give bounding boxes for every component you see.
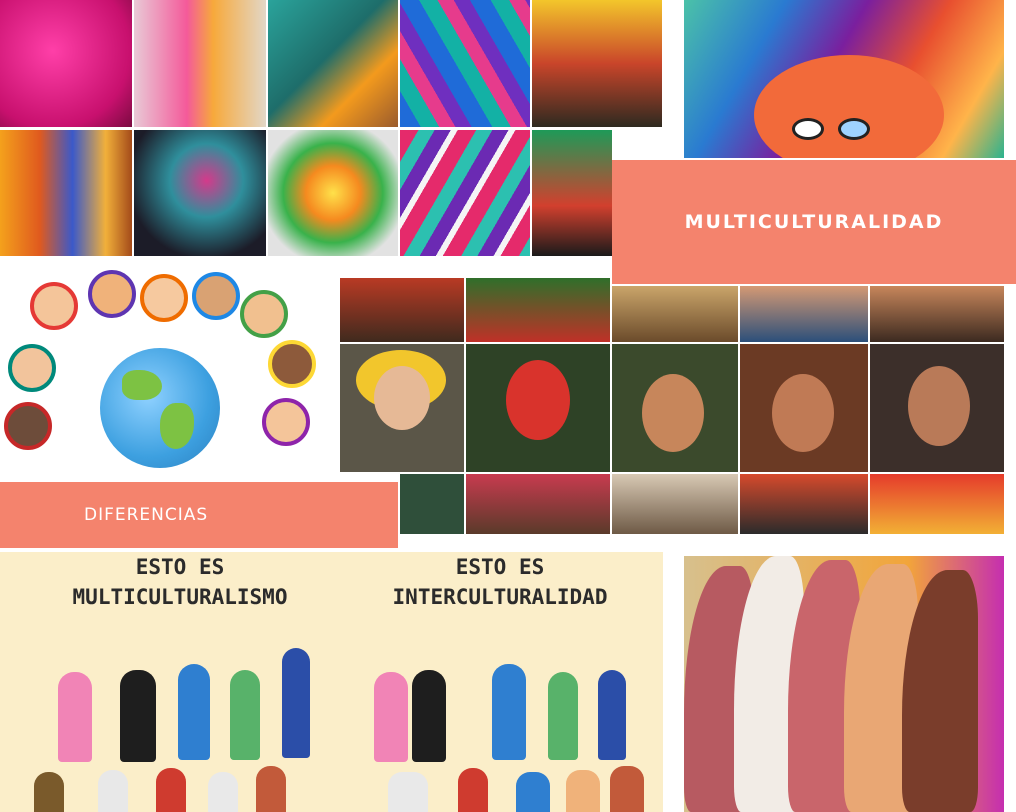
portrait-tile xyxy=(870,286,1004,342)
painted-eye-left xyxy=(792,118,824,140)
collage-tile-mosaic xyxy=(268,130,398,256)
differences-text: DIFERENCIAS xyxy=(84,505,209,525)
figure-person xyxy=(516,772,550,812)
main-title-text: MULTICULTURALIDAD xyxy=(684,211,944,233)
child-figure xyxy=(240,290,288,338)
children-around-globe-illustration xyxy=(0,262,338,482)
collage-tile-green-art xyxy=(532,130,612,256)
collage-tile-pinatas xyxy=(400,130,530,256)
interculturality-heading: ESTO ES INTERCULTURALIDAD xyxy=(380,552,620,612)
portrait-tile xyxy=(466,474,610,534)
child-figure xyxy=(268,340,316,388)
collage-tile-guitars xyxy=(0,130,132,256)
child-figure xyxy=(262,398,310,446)
collage-tile-embroidery xyxy=(532,0,662,127)
figure-person xyxy=(34,772,64,812)
figure-person xyxy=(548,672,578,760)
collage-tile-jars xyxy=(134,0,266,127)
comparison-poster: ESTO ES MULTICULTURALISMO ESTO ES INTERC… xyxy=(0,552,663,812)
portrait-tile xyxy=(740,286,868,342)
figure-person xyxy=(388,772,428,812)
interculturality-heading-line2: INTERCULTURALIDAD xyxy=(392,585,608,609)
figure-person xyxy=(412,670,446,762)
portrait-tile xyxy=(870,474,1004,534)
figure-person xyxy=(178,664,210,760)
collage-tile-pink-fabric xyxy=(0,0,132,127)
figure-person xyxy=(374,672,408,762)
figure-person xyxy=(98,770,128,812)
figure-person xyxy=(208,772,238,812)
child-figure xyxy=(140,274,188,322)
portrait-tile xyxy=(400,474,464,534)
globe-icon xyxy=(100,348,220,468)
figure-person xyxy=(610,766,644,812)
main-title-banner: MULTICULTURALIDAD xyxy=(612,160,1016,284)
portrait-tile-yellow-hat xyxy=(340,344,464,472)
collage-tile-teal-wall xyxy=(268,0,398,127)
child-figure xyxy=(192,272,240,320)
child-figure xyxy=(30,282,78,330)
figure-person xyxy=(566,770,600,812)
portrait-tile xyxy=(870,344,1004,472)
painted-eye-right xyxy=(838,118,870,140)
differences-banner: DIFERENCIAS xyxy=(0,482,398,548)
figure-person xyxy=(458,768,488,812)
multiculturalism-heading-line2: MULTICULTURALISMO xyxy=(72,585,288,609)
painted-face-artwork xyxy=(684,0,1004,158)
portrait-tile xyxy=(340,278,464,342)
portrait-tile-red-face xyxy=(466,344,610,472)
faces-profile-art xyxy=(684,556,1004,812)
portrait-tile xyxy=(612,286,738,342)
figure-person xyxy=(598,670,626,760)
figure-person xyxy=(492,664,526,760)
figure-person xyxy=(282,648,310,758)
child-figure xyxy=(88,270,136,318)
portrait-tile xyxy=(740,344,868,472)
interculturality-heading-line1: ESTO ES xyxy=(455,555,545,579)
child-figure xyxy=(8,344,56,392)
multiculturalism-heading-line1: ESTO ES xyxy=(135,555,225,579)
portrait-tile xyxy=(612,474,738,534)
multiculturalism-heading: ESTO ES MULTICULTURALISMO xyxy=(60,552,300,612)
painted-face xyxy=(754,55,944,158)
figure-person xyxy=(120,670,156,762)
portrait-tile xyxy=(612,344,738,472)
figure-person xyxy=(156,768,186,812)
figure-person xyxy=(230,670,260,760)
child-figure xyxy=(4,402,52,450)
portrait-tile xyxy=(466,278,610,342)
portrait-tile xyxy=(740,474,868,534)
figure-person xyxy=(256,766,286,812)
figure-person xyxy=(58,672,92,762)
collage-tile-flower-hat xyxy=(134,130,266,256)
collage-tile-textile xyxy=(400,0,530,127)
